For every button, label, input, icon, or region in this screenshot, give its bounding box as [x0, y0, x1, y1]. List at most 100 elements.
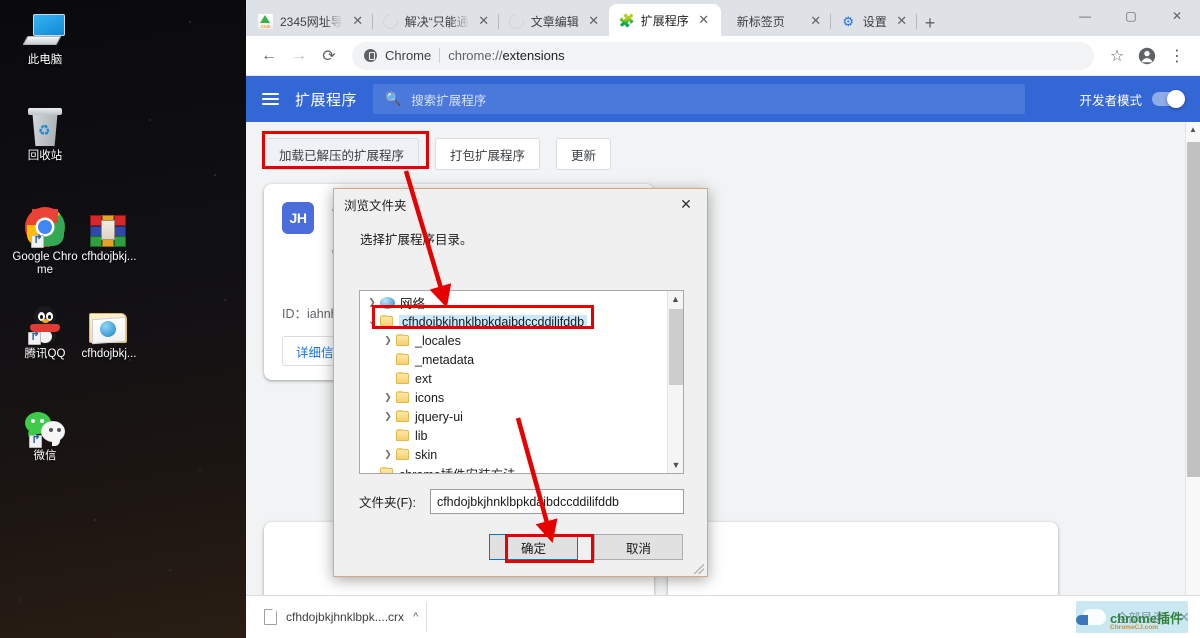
tab-close-icon[interactable]: ✕	[586, 13, 602, 29]
desktop-icon-crx-archive[interactable]: cfhdojbkj...	[72, 205, 146, 264]
extension-icon: JH	[282, 202, 314, 234]
page-scrollbar[interactable]: ▲ ▼	[1185, 122, 1200, 638]
desktop-icon-tencent-qq[interactable]: 腾讯QQ	[8, 302, 82, 361]
desktop-icon-recycle-bin[interactable]: ♻ 回收站	[8, 104, 82, 163]
tab-extensions[interactable]: 🧩 扩展程序 ✕	[608, 4, 721, 36]
network-icon	[380, 296, 395, 309]
tree-expander-icon[interactable]: ❯	[380, 411, 396, 422]
pack-extension-button[interactable]: 打包扩展程序	[435, 138, 541, 170]
desktop-icon-label: 回收站	[27, 150, 63, 162]
hamburger-icon[interactable]	[262, 93, 279, 105]
tree-item[interactable]: ⌄ cfhdojbkjhnklbpkdaibdccddilifddb	[360, 312, 683, 331]
dialog-prompt: 选择扩展程序目录。	[360, 233, 473, 247]
minimize-button[interactable]: —	[1062, 0, 1108, 32]
bookmark-star-icon[interactable]: ☆	[1102, 41, 1132, 71]
folder-icon	[380, 315, 393, 327]
tab-settings[interactable]: ⚙ 设置 ✕	[831, 6, 917, 36]
tree-item[interactable]: ext	[360, 369, 683, 388]
address-bar[interactable]: Chrome chrome://extensions	[352, 41, 1094, 70]
forward-button[interactable]: →	[284, 41, 314, 71]
scrollbar-thumb[interactable]	[1187, 142, 1200, 477]
tree-scroll-up-arrow[interactable]: ▲	[668, 291, 683, 307]
close-download-bar-icon[interactable]: ✕	[1178, 609, 1190, 626]
show-all-downloads-button[interactable]: 全部显示	[1116, 609, 1164, 626]
update-button[interactable]: 更新	[556, 138, 612, 170]
desktop-icon-crx-folder[interactable]: cfhdojbkj...	[72, 302, 146, 361]
tree-scroll-down-arrow[interactable]: ▼	[668, 457, 683, 473]
folder-icon	[380, 467, 393, 473]
back-button[interactable]: ←	[254, 41, 284, 71]
folder-icon	[396, 353, 409, 365]
close-window-button[interactable]: ✕	[1154, 0, 1200, 32]
tab-article-editor[interactable]: 文章编辑 ✕	[499, 6, 609, 36]
qq-icon	[8, 302, 82, 345]
desktop-icon-wechat[interactable]: 微信	[8, 404, 82, 463]
tree-item[interactable]: ❯ skin	[360, 445, 683, 464]
browser-menu-icon[interactable]: ⋮	[1162, 41, 1192, 71]
tree-scrollbar[interactable]: ▲ ▼	[667, 291, 683, 473]
security-info-icon[interactable]	[364, 49, 377, 62]
tree-expander-icon[interactable]: ❯	[380, 392, 396, 403]
tab-close-icon[interactable]: ✕	[696, 12, 712, 28]
tree-item[interactable]: ❯ jquery-ui	[360, 407, 683, 426]
scroll-up-arrow[interactable]: ▲	[1186, 122, 1200, 137]
site-2345-icon	[258, 13, 273, 29]
this-pc-icon	[8, 8, 82, 50]
maximize-button[interactable]: ▢	[1108, 0, 1154, 32]
tree-item[interactable]: ❯ 网络	[360, 293, 683, 312]
desktop-icon-this-pc[interactable]: 此电脑	[8, 8, 82, 67]
load-unpacked-button[interactable]: 加载已解压的扩展程序	[264, 138, 420, 170]
tree-item-label: cfhdojbkjhnklbpkdaibdccddilifddb	[399, 314, 588, 329]
tab-close-icon[interactable]: ✕	[350, 13, 366, 29]
tab-close-icon[interactable]: ✕	[894, 13, 910, 29]
tab-2345[interactable]: 2345网址导 ✕	[248, 6, 373, 36]
folder-icon	[396, 334, 409, 346]
profile-avatar[interactable]	[1132, 41, 1162, 71]
tree-item-label: skin	[415, 447, 438, 462]
close-icon[interactable]: ✕	[665, 189, 707, 219]
reload-button[interactable]: ⟳	[314, 41, 344, 71]
omnibox-divider	[439, 48, 441, 63]
tab-solution[interactable]: 解决“只能通 ✕	[373, 6, 499, 36]
search-extensions-input[interactable]: 🔍 搜索扩展程序	[373, 84, 1026, 114]
ok-button[interactable]: 确定	[489, 534, 578, 560]
tree-expander-icon[interactable]: ⌄	[364, 316, 380, 327]
download-bar: cfhdojbkjhnklbpk....crx ^ 全部显示 ✕ chrome插…	[246, 595, 1200, 638]
chevron-up-icon[interactable]: ^	[413, 611, 418, 623]
tree-scrollbar-thumb[interactable]	[669, 309, 683, 385]
tree-item[interactable]: lib	[360, 426, 683, 445]
tab-close-icon[interactable]: ✕	[808, 13, 824, 29]
extensions-action-row: 加载已解压的扩展程序 打包扩展程序 更新	[246, 122, 1200, 170]
folder-tree[interactable]: ❯ 网络 ⌄ cfhdojbkjhnklbpkdaibdccddilifddb ❯ _lo…	[359, 290, 684, 474]
developer-mode-control: 开发者模式	[1079, 90, 1185, 109]
desktop-icon-label: 微信	[33, 450, 57, 462]
developer-mode-toggle[interactable]	[1152, 90, 1185, 108]
tab-new-tab-page[interactable]: 新标签页 ✕	[721, 6, 831, 36]
tree-item-label: icons	[415, 390, 445, 405]
desktop-icon-google-chrome[interactable]: Google Chrome	[8, 205, 82, 277]
tree-expander-icon[interactable]: ❯	[380, 335, 396, 346]
tree-item[interactable]: ❯ _locales	[360, 331, 683, 350]
cancel-button[interactable]: 取消	[594, 534, 683, 560]
tab-strip: 2345网址导 ✕ 解决“只能通 ✕ 文章编辑 ✕ 🧩 扩展程序 ✕ 新标签页 …	[246, 0, 1200, 36]
desktop-icon-label: cfhdojbkj...	[81, 348, 137, 360]
tab-label: 设置	[862, 14, 887, 29]
new-tab-button[interactable]: +	[925, 14, 936, 32]
folder-field-row: 文件夹(F): cfhdojbkjhnklbpkdaibdccddilifddb	[359, 489, 684, 514]
download-item[interactable]: cfhdojbkjhnklbpk....crx ^	[256, 602, 428, 632]
tree-expander-icon[interactable]: ❯	[380, 449, 396, 460]
folder-tree-list: ❯ 网络 ⌄ cfhdojbkjhnklbpkdaibdccddilifddb ❯ _lo…	[360, 291, 683, 473]
browse-folder-dialog[interactable]: 浏览文件夹 ✕ 选择扩展程序目录。 ❯ 网络 ⌄ cfhdojbkjhnklbpkda…	[333, 188, 708, 577]
tab-label: 新标签页	[736, 14, 785, 29]
tree-item[interactable]: ❯ icons	[360, 388, 683, 407]
dialog-resize-grip[interactable]	[694, 564, 704, 574]
folder-path-input[interactable]: cfhdojbkjhnklbpkdaibdccddilifddb	[429, 489, 684, 514]
tab-close-icon[interactable]: ✕	[476, 13, 492, 29]
tree-expander-icon[interactable]: ❯	[364, 297, 380, 308]
tree-item[interactable]: _metadata	[360, 350, 683, 369]
tree-item[interactable]: chrome插件安装方法	[360, 464, 683, 473]
load-unpacked-wrapper: 加载已解压的扩展程序	[264, 138, 420, 170]
tree-item-label: _locales	[415, 333, 461, 348]
extension-id-label: ID：	[282, 307, 308, 321]
developer-mode-label: 开发者模式	[1079, 93, 1142, 108]
